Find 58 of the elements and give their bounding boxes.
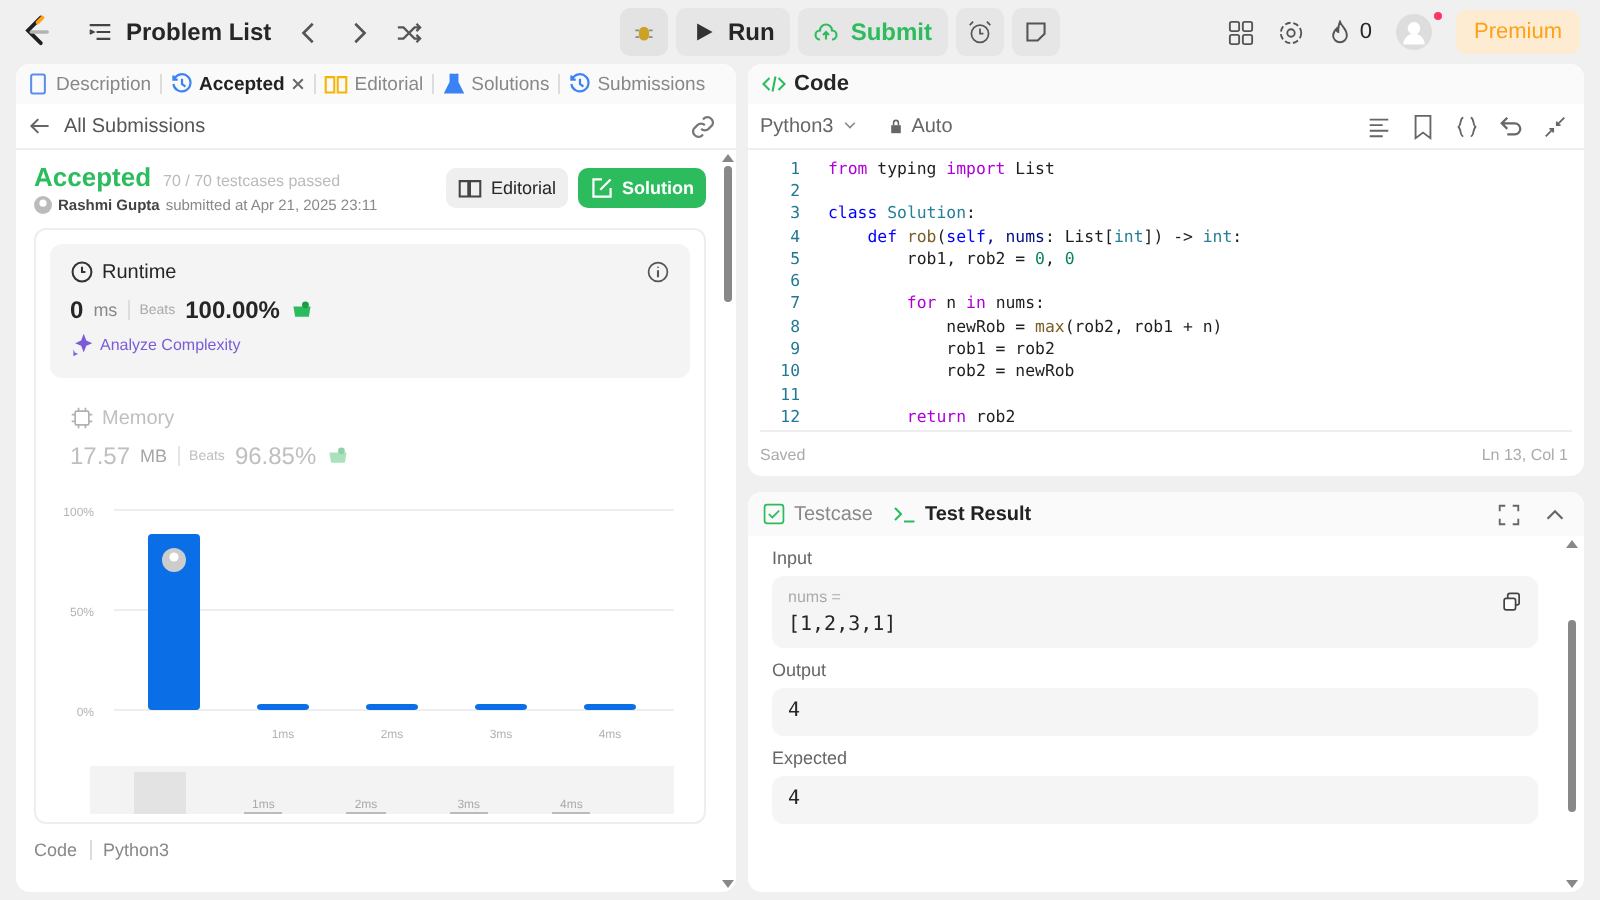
language-label: Python3 (103, 840, 170, 860)
line-number: 11 (778, 383, 800, 404)
panel-tab[interactable]: Testcase (762, 502, 873, 526)
field-label: Output (772, 660, 829, 680)
line-number: 7 (788, 292, 800, 313)
result-value: 4 (788, 700, 803, 722)
code-label: Code (34, 840, 78, 860)
language-dropdown[interactable]: Python3 (760, 115, 858, 137)
panel-tab[interactable]: Editorial (324, 72, 424, 96)
panel-tab[interactable]: Description (26, 72, 152, 96)
analyze-complexity-link[interactable]: Analyze Complexity (70, 332, 241, 356)
save-status: Saved (760, 445, 806, 463)
variable-name: nums = (788, 588, 841, 606)
code-line: rob2 = newRob (944, 360, 1075, 381)
panel-tab[interactable]: Accepted (169, 72, 307, 96)
code-line: newRob = max(rob2, rob1 + n) (944, 315, 1223, 336)
memory-label: Memory (102, 407, 175, 429)
runtime-label: Runtime (102, 261, 177, 283)
line-number: 2 (788, 179, 800, 200)
runtime-unit: ms (93, 300, 118, 320)
problem-list-button[interactable]: Problem List (88, 18, 272, 46)
line-number: 4 (788, 225, 800, 246)
result-value: 4 (788, 788, 803, 810)
panel-title: Code (794, 72, 849, 96)
beats-percentage: 100.00% (185, 296, 280, 324)
line-number: 9 (788, 338, 800, 359)
line-number: 10 (778, 360, 800, 381)
line-number: 5 (788, 247, 800, 268)
result-value: [1,2,3,1] (788, 614, 899, 636)
editorial-button[interactable]: Editorial (446, 168, 568, 208)
code-line: def rob(self, nums: List[int]) -> int: (865, 225, 1243, 246)
cursor-position: Ln 13, Col 1 (1481, 445, 1568, 463)
run-button[interactable]: Run (676, 8, 791, 56)
code-line: return rob2 (904, 405, 1016, 426)
line-number: 8 (788, 315, 800, 336)
code-line: class Solution: (828, 202, 976, 223)
code-line: for n in nums: (904, 292, 1045, 313)
line-number: 12 (778, 405, 800, 426)
beats-percentage: 96.85% (234, 442, 317, 470)
back-link[interactable]: All Submissions (28, 114, 206, 138)
panel-tab[interactable]: Submissions (567, 72, 706, 96)
code-line: from typing import List (828, 157, 1055, 178)
runtime-value: 0 (70, 296, 84, 324)
field-label: Expected (772, 748, 850, 768)
panel-tab[interactable]: Solutions (441, 72, 550, 96)
code-line: rob1 = rob2 (944, 338, 1055, 359)
auto-mode-button[interactable]: Auto (887, 115, 953, 137)
line-number: 6 (788, 270, 800, 291)
memory-value: 17.57 (70, 442, 131, 470)
status-text: Accepted (34, 162, 152, 192)
streak-counter[interactable]: 0 (1327, 20, 1372, 44)
testcases-passed: 70 / 70 testcases passed (163, 172, 341, 190)
panel-tab[interactable]: Test Result (892, 502, 1032, 526)
line-number: 3 (788, 202, 800, 223)
field-label: Input (772, 548, 815, 568)
code-line: rob1, rob2 = 0, 0 (904, 247, 1075, 268)
memory-unit: MB (140, 446, 168, 466)
line-number: 1 (788, 157, 800, 178)
